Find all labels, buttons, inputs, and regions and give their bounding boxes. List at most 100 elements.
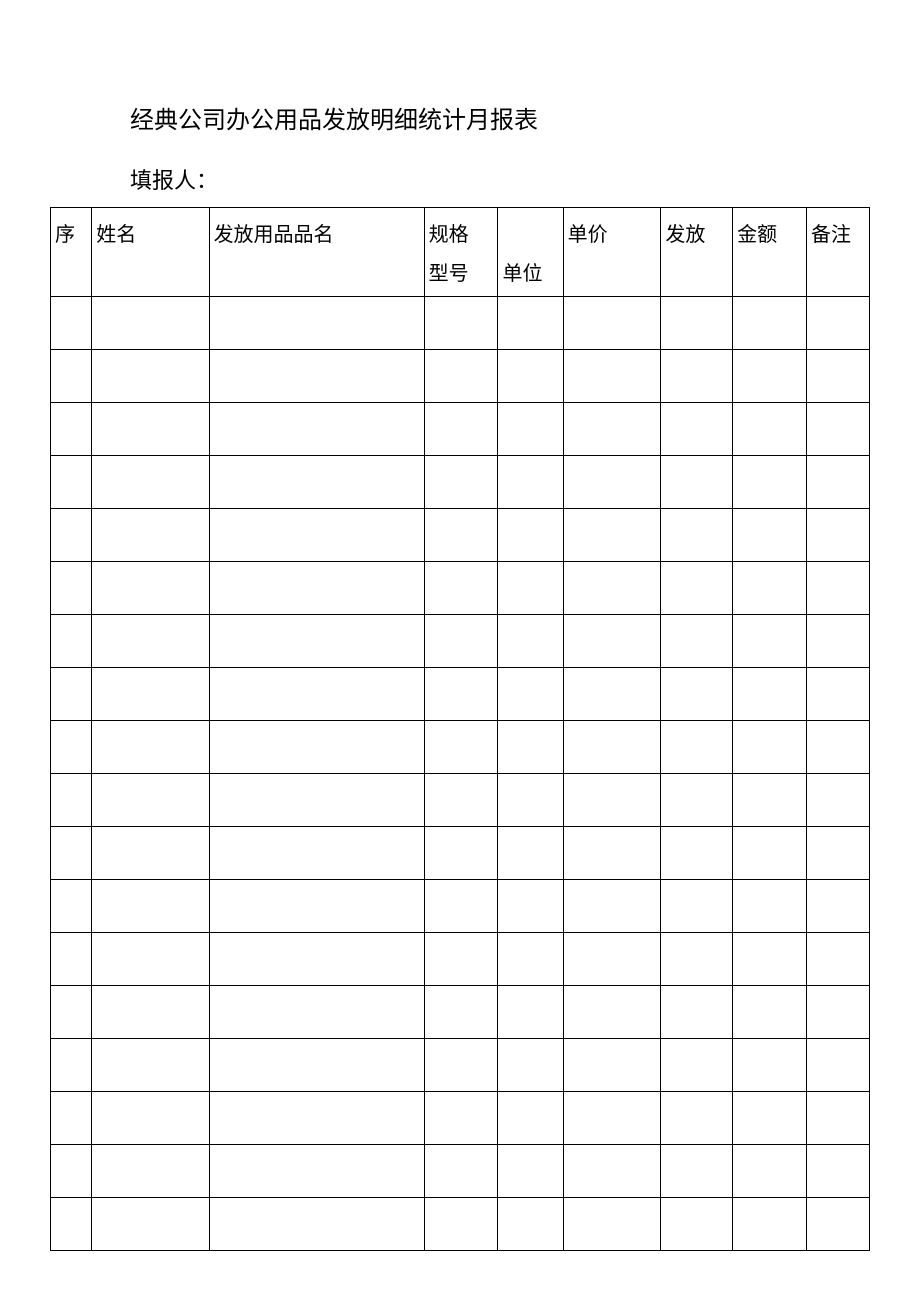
cell-remark: [806, 880, 869, 933]
cell-name: [92, 1145, 209, 1198]
header-name: 姓名: [92, 208, 209, 297]
cell-qty: [661, 668, 733, 721]
cell-remark: [806, 562, 869, 615]
cell-amount: [733, 933, 807, 986]
cell-item: [209, 297, 424, 350]
cell-spec: [424, 350, 498, 403]
cell-unit: [498, 1145, 563, 1198]
table-row: [51, 1198, 870, 1251]
cell-unit: [498, 350, 563, 403]
cell-remark: [806, 615, 869, 668]
cell-qty: [661, 721, 733, 774]
cell-unit: [498, 880, 563, 933]
cell-remark: [806, 1039, 869, 1092]
cell-amount: [733, 350, 807, 403]
cell-item: [209, 509, 424, 562]
cell-name: [92, 880, 209, 933]
cell-qty: [661, 403, 733, 456]
cell-seq: [51, 1198, 92, 1251]
header-remark: 备注: [806, 208, 869, 297]
cell-seq: [51, 721, 92, 774]
table-row: [51, 986, 870, 1039]
cell-amount: [733, 509, 807, 562]
cell-seq: [51, 350, 92, 403]
page-title: 经典公司办公用品发放明细统计月报表: [130, 100, 870, 135]
cell-item: [209, 986, 424, 1039]
cell-remark: [806, 933, 869, 986]
table-row: [51, 297, 870, 350]
cell-unit: [498, 1198, 563, 1251]
cell-name: [92, 1198, 209, 1251]
cell-item: [209, 615, 424, 668]
cell-name: [92, 827, 209, 880]
cell-price: [563, 668, 661, 721]
cell-remark: [806, 827, 869, 880]
cell-seq: [51, 1039, 92, 1092]
cell-spec: [424, 668, 498, 721]
cell-amount: [733, 986, 807, 1039]
cell-spec: [424, 827, 498, 880]
cell-amount: [733, 1198, 807, 1251]
cell-name: [92, 1092, 209, 1145]
cell-amount: [733, 403, 807, 456]
cell-unit: [498, 403, 563, 456]
cell-amount: [733, 297, 807, 350]
cell-qty: [661, 562, 733, 615]
cell-item: [209, 350, 424, 403]
cell-price: [563, 986, 661, 1039]
cell-spec: [424, 562, 498, 615]
cell-seq: [51, 509, 92, 562]
cell-spec: [424, 774, 498, 827]
cell-seq: [51, 615, 92, 668]
table-row: [51, 403, 870, 456]
table-row: [51, 562, 870, 615]
cell-name: [92, 562, 209, 615]
cell-price: [563, 615, 661, 668]
cell-seq: [51, 562, 92, 615]
cell-item: [209, 1039, 424, 1092]
header-unit: 单位: [498, 247, 563, 297]
header-seq: 序: [51, 208, 92, 297]
table-row: [51, 509, 870, 562]
cell-seq: [51, 933, 92, 986]
cell-unit: [498, 933, 563, 986]
cell-spec: [424, 456, 498, 509]
cell-amount: [733, 615, 807, 668]
cell-name: [92, 1039, 209, 1092]
table-row: [51, 668, 870, 721]
cell-seq: [51, 880, 92, 933]
cell-qty: [661, 1198, 733, 1251]
cell-remark: [806, 1198, 869, 1251]
cell-remark: [806, 986, 869, 1039]
cell-item: [209, 1145, 424, 1198]
cell-remark: [806, 456, 869, 509]
cell-seq: [51, 986, 92, 1039]
cell-qty: [661, 456, 733, 509]
cell-qty: [661, 1039, 733, 1092]
cell-spec: [424, 1198, 498, 1251]
cell-qty: [661, 615, 733, 668]
cell-qty: [661, 986, 733, 1039]
header-unit-empty: [498, 208, 563, 248]
cell-spec: [424, 403, 498, 456]
cell-price: [563, 933, 661, 986]
cell-qty: [661, 933, 733, 986]
cell-name: [92, 615, 209, 668]
cell-seq: [51, 827, 92, 880]
cell-spec: [424, 297, 498, 350]
cell-price: [563, 1039, 661, 1092]
cell-name: [92, 668, 209, 721]
cell-price: [563, 880, 661, 933]
cell-spec: [424, 721, 498, 774]
table-row: [51, 456, 870, 509]
header-item: 发放用品品名: [209, 208, 424, 297]
cell-spec: [424, 1039, 498, 1092]
reporter-label: 填报人：: [130, 163, 870, 195]
cell-price: [563, 350, 661, 403]
table-row: [51, 615, 870, 668]
header-qty: 发放: [661, 208, 733, 297]
cell-name: [92, 403, 209, 456]
cell-name: [92, 986, 209, 1039]
cell-qty: [661, 297, 733, 350]
header-price: 单价: [563, 208, 661, 297]
